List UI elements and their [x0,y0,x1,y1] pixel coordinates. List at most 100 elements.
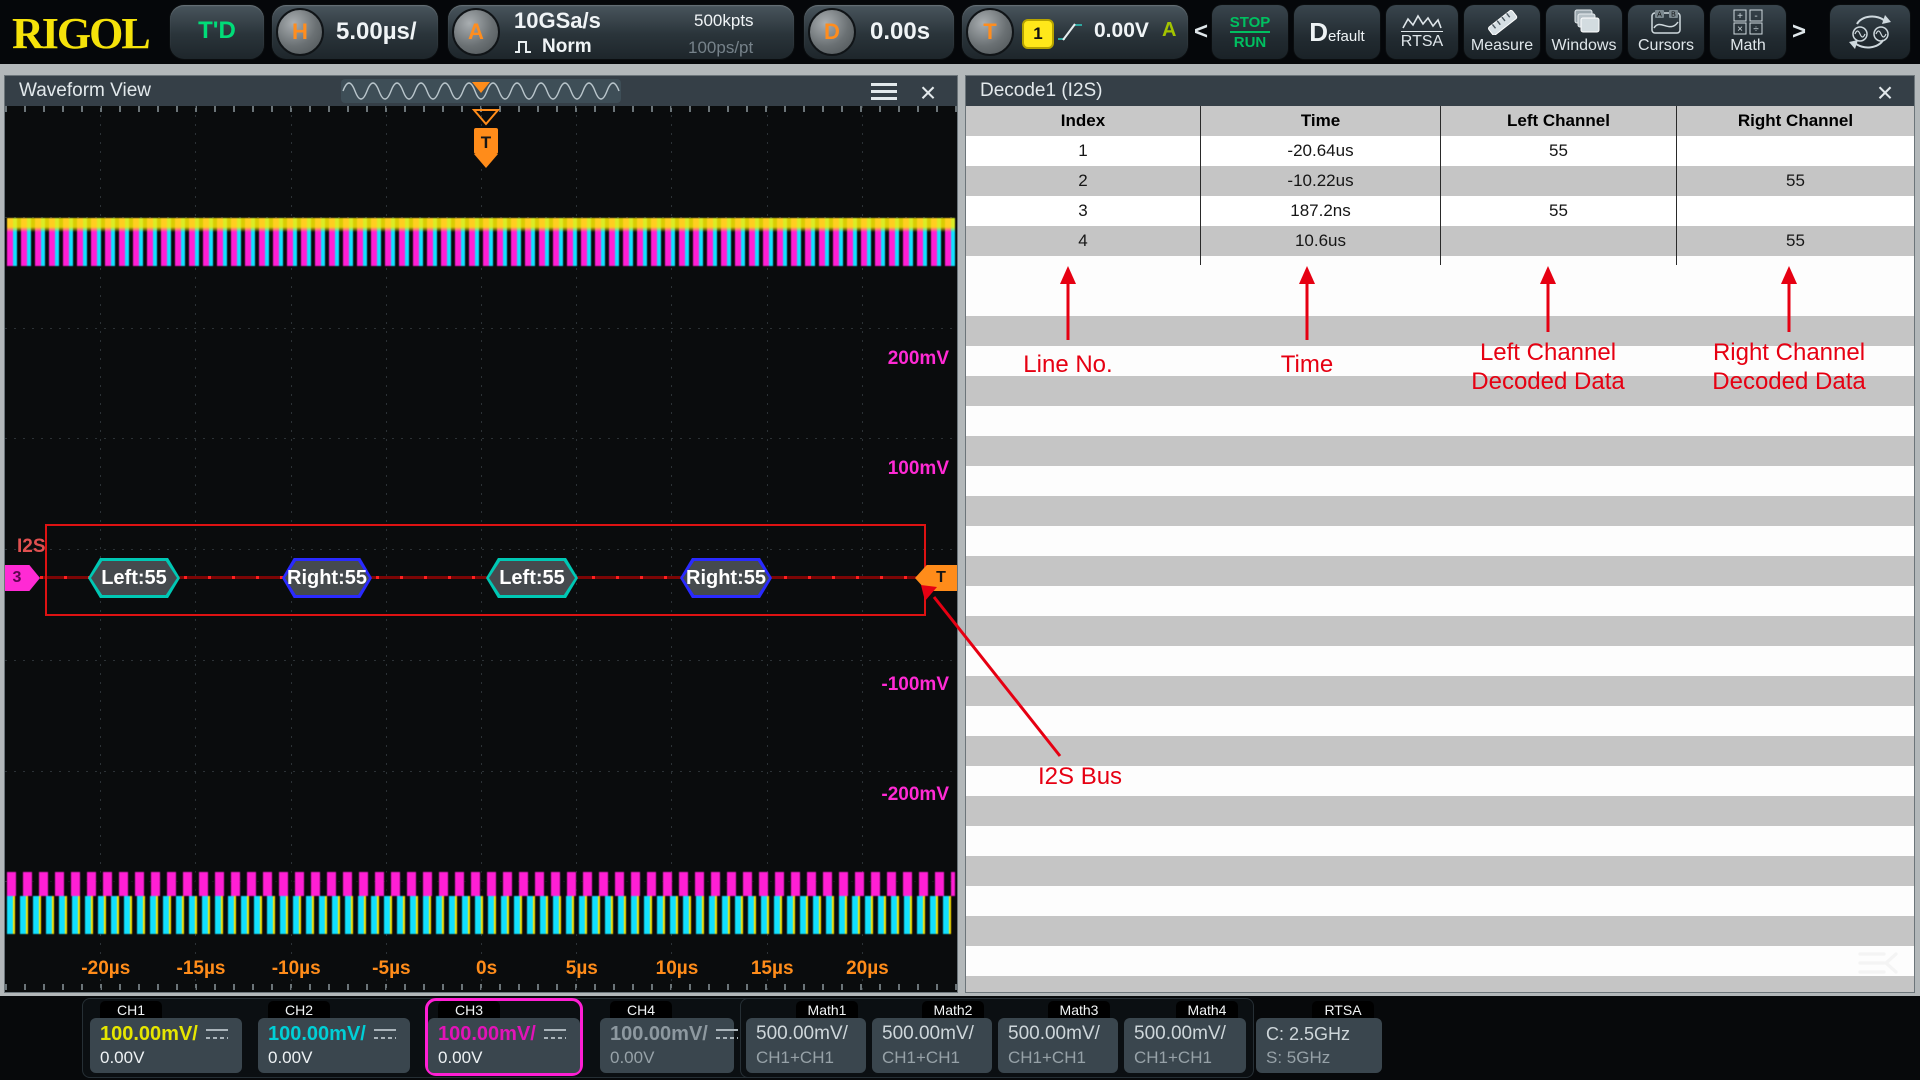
waveform-trace-bottom [7,872,955,934]
decode-cell: 2 [966,166,1200,196]
windows-label: Windows [1552,37,1617,55]
ch1-tab[interactable]: CH1 [100,1001,162,1019]
svg-text:A: A [1657,12,1662,19]
trigger-source-badge[interactable]: 1 [1022,19,1054,49]
decode-column-header: Right Channel [1676,106,1914,136]
empty-table-stripe [966,856,1914,886]
decode-column-header: Left Channel [1440,106,1676,136]
trigger-sweep-indicator: A [1162,19,1176,42]
time-scale-label: -5µs [372,958,410,980]
decode-cell [1440,226,1676,256]
math3-tab[interactable]: Math3 [1048,1001,1110,1019]
bus-frame-right: Right:55 [282,558,372,598]
channel-block-ch1[interactable]: CH1 100.00mV/ 0.00V [90,1001,242,1073]
acquire-knob[interactable]: A [452,8,500,56]
grid-line [5,328,957,329]
acquire-pill[interactable]: A 10GSa/s Norm 500kpts 100ps/pt [448,5,794,59]
table-row[interactable]: 1-20.64us55 [966,136,1914,166]
trigger-pill[interactable]: T 1 0.00V A [962,5,1188,59]
ch3-tab[interactable]: CH3 [438,1001,500,1019]
svg-text:×: × [1737,24,1743,35]
bus-frame-left: Left:55 [88,558,180,598]
table-row[interactable]: 2-10.22us 55 [966,166,1914,196]
math-block-4[interactable]: Math4 500.00mV/ CH1+CH1 [1124,1001,1246,1073]
decode-cell: 3 [966,196,1200,226]
dc-coupling-icon [206,1029,228,1041]
acquire-mode: Norm [542,36,592,58]
cursors-icon: A B [1650,9,1682,35]
measure-button[interactable]: Measure [1464,5,1540,59]
rtsa-block[interactable]: RTSA C: 2.5GHz S: 5GHz [1256,1001,1382,1073]
delay-pill[interactable]: D 0.00s [804,5,954,59]
trigger-knob[interactable]: T [966,8,1014,56]
bus-frame-label: Right:55 [686,567,766,590]
decode-cell: 10.6us [1200,226,1440,256]
decode-cell: 187.2ns [1200,196,1440,226]
channel-block-ch4[interactable]: CH4 100.00mV/ 0.00V [600,1001,734,1073]
graticule[interactable]: T I2S 3 T Left:55Right:55Left:55Right:55… [5,106,957,992]
delay-knob[interactable]: D [808,8,856,56]
trigger-position-marker[interactable]: T [462,108,510,172]
math1-tab[interactable]: Math1 [796,1001,858,1019]
rtsa-tab[interactable]: RTSA [1312,1001,1374,1019]
voltage-scale-label: -200mV [881,784,949,806]
windows-button[interactable]: Windows [1546,5,1622,59]
top-toolbar: RIGOL T'D H 5.00µs/ A 10GSa/s Norm 500kp… [0,0,1920,64]
collapse-panel-icon[interactable] [1856,948,1902,978]
default-button[interactable]: Default [1294,5,1380,59]
dc-coupling-icon [374,1029,396,1041]
grid-line [5,660,957,661]
mode-switch-button[interactable] [1830,5,1910,59]
annotation-line-no: Line No. [1023,350,1112,379]
rigol-logo: RIGOL [12,8,149,59]
bus-annotation-rect [45,524,926,616]
table-row[interactable]: 3187.2ns55 [966,196,1914,226]
horizontal-nav-bar[interactable] [341,79,621,103]
horizontal-knob[interactable]: H [276,8,324,56]
toolbar-scroll-right[interactable]: > [1792,18,1806,46]
run-label: RUN [1230,31,1271,51]
ch4-tab[interactable]: CH4 [610,1001,672,1019]
time-scale-label: 10µs [656,958,699,980]
toolbar-scroll-left[interactable]: < [1194,18,1208,46]
oscilloscope-screen: RIGOL T'D H 5.00µs/ A 10GSa/s Norm 500kp… [0,0,1920,1080]
math-button[interactable]: + - × ÷ Math [1710,5,1786,59]
stop-run-button[interactable]: STOP RUN [1212,5,1288,59]
math2-tab[interactable]: Math2 [922,1001,984,1019]
voltage-scale-label: -100mV [881,674,949,696]
trigger-status-label: T'D [170,17,264,45]
svg-text:B: B [1671,12,1676,19]
cursors-button[interactable]: A B Cursors [1628,5,1704,59]
decode-close-icon[interactable]: × [1870,78,1900,108]
math4-tab[interactable]: Math4 [1176,1001,1238,1019]
trigger-status-pill[interactable]: T'D [170,5,264,59]
channel-block-ch3[interactable]: CH3 100.00mV/ 0.00V [428,1001,580,1073]
math-block-2[interactable]: Math2 500.00mV/ CH1+CH1 [872,1001,992,1073]
annotation-i2s-bus: I2S Bus [1038,762,1122,791]
dc-coupling-icon [716,1029,738,1041]
waveform-menu-icon[interactable] [871,83,897,100]
empty-table-stripe [966,436,1914,466]
rtsa-button[interactable]: RTSA [1386,5,1458,59]
decode-cell: 55 [1676,166,1914,196]
bus-source-marker[interactable]: 3 [5,565,40,591]
ch2-tab[interactable]: CH2 [268,1001,330,1019]
table-row[interactable]: 410.6us55 [966,226,1914,256]
waveform-close-icon[interactable]: × [913,78,943,108]
decode-cell: 55 [1676,226,1914,256]
math-block-1[interactable]: Math1 500.00mV/ CH1+CH1 [746,1001,866,1073]
horizontal-pill[interactable]: H 5.00µs/ [272,5,438,59]
math-block-3[interactable]: Math3 500.00mV/ CH1+CH1 [998,1001,1118,1073]
time-scale-label: 0s [476,958,497,980]
decode-cell: -10.22us [1200,166,1440,196]
math-label: Math [1730,37,1766,55]
time-scale-label: 15µs [751,958,794,980]
sample-resolution: 100ps/pt [688,38,753,58]
channel-block-ch2[interactable]: CH2 100.00mV/ 0.00V [258,1001,410,1073]
bus-frame-label: Right:55 [287,567,367,590]
decode-cell [1440,166,1676,196]
default-rest: efault [1328,28,1365,45]
decode-cell: 1 [966,136,1200,166]
ruler-icon [1484,9,1520,35]
empty-table-stripe [966,616,1914,646]
